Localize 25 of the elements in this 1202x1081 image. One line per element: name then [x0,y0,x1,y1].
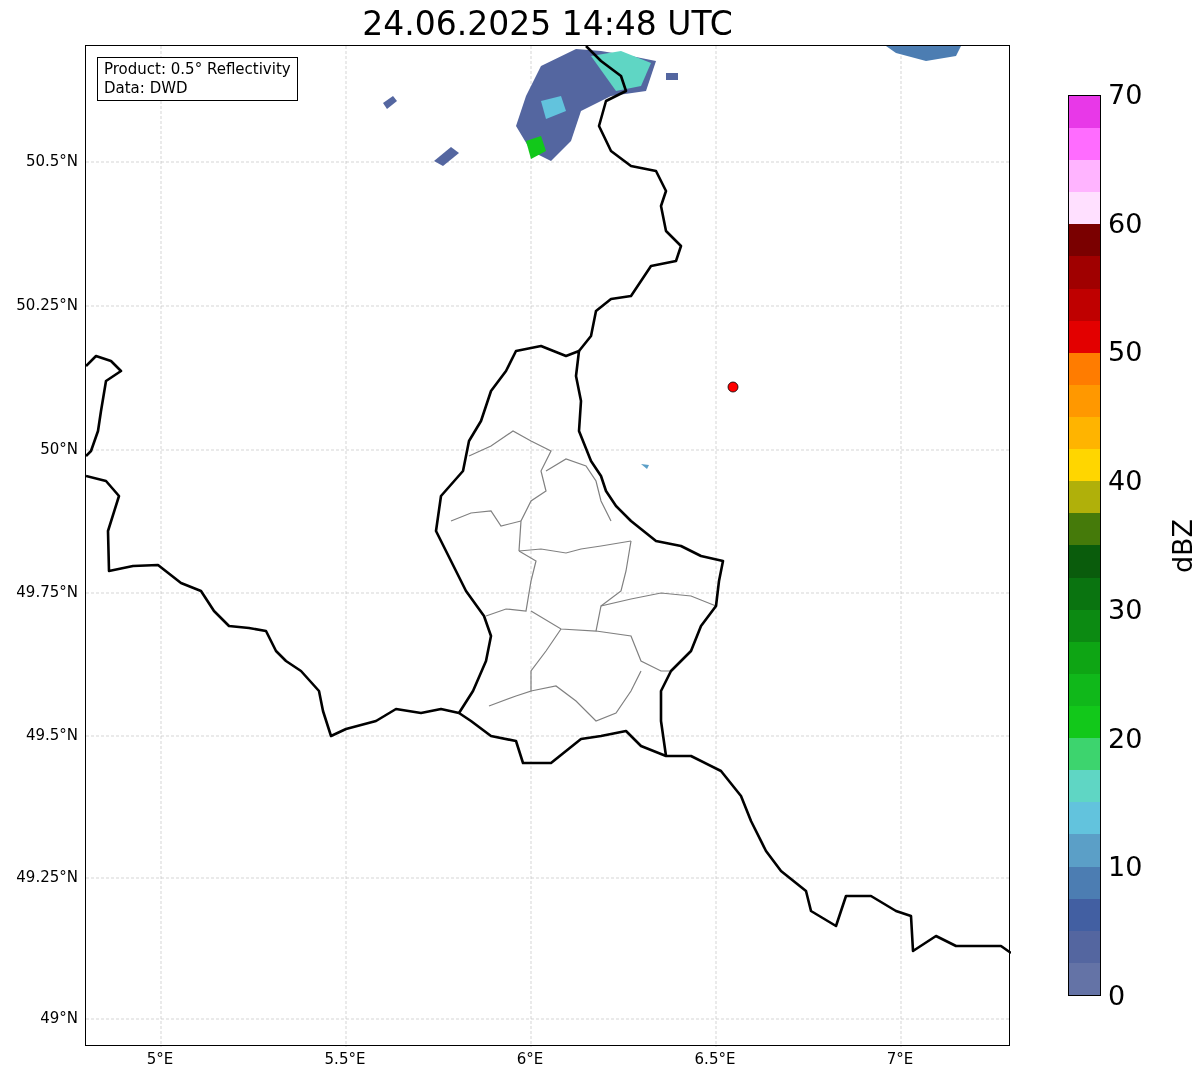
legend-text: Product: 0.5° Reflectivity [104,60,291,79]
latitude-tick-label: 50°N [40,440,78,458]
longitude-tick-label: 5.5°E [323,1050,367,1068]
latitude-tick-label: 49.5°N [25,726,78,744]
longitude-tick-label: 6°E [515,1050,545,1068]
colorbar-tick-label: 50 [1108,336,1143,369]
legend-text: Data: DWD [104,79,189,98]
latitude-tick-label: 49.75°N [16,583,78,601]
colorbar-tick-label: 30 [1108,593,1143,626]
colorbar-tick-label: 10 [1108,851,1143,884]
colorbar-tick-label: 70 [1108,79,1143,111]
colorbar-axis-label: dBZ [1167,517,1199,576]
chart-title: 24.06.2025 14:48 UTC [361,3,734,45]
colorbar-tick-label: 60 [1108,207,1143,240]
longitude-tick-label: 6.5°E [693,1050,737,1068]
colorbar-tick-label: 40 [1108,465,1143,498]
latitude-tick-label: 50.25°N [16,296,78,314]
latitude-tick-label: 49°N [40,1009,78,1027]
colorbar-tick-label: 0 [1108,980,1126,1012]
longitude-tick-label: 7°E [885,1050,915,1068]
longitude-tick-label: 5°E [145,1050,175,1068]
latitude-tick-label: 50.5°N [25,152,78,170]
latitude-tick-label: 49.25°N [16,868,78,886]
radar-site-marker [727,381,739,393]
colorbar-tick-label: 20 [1108,722,1143,755]
